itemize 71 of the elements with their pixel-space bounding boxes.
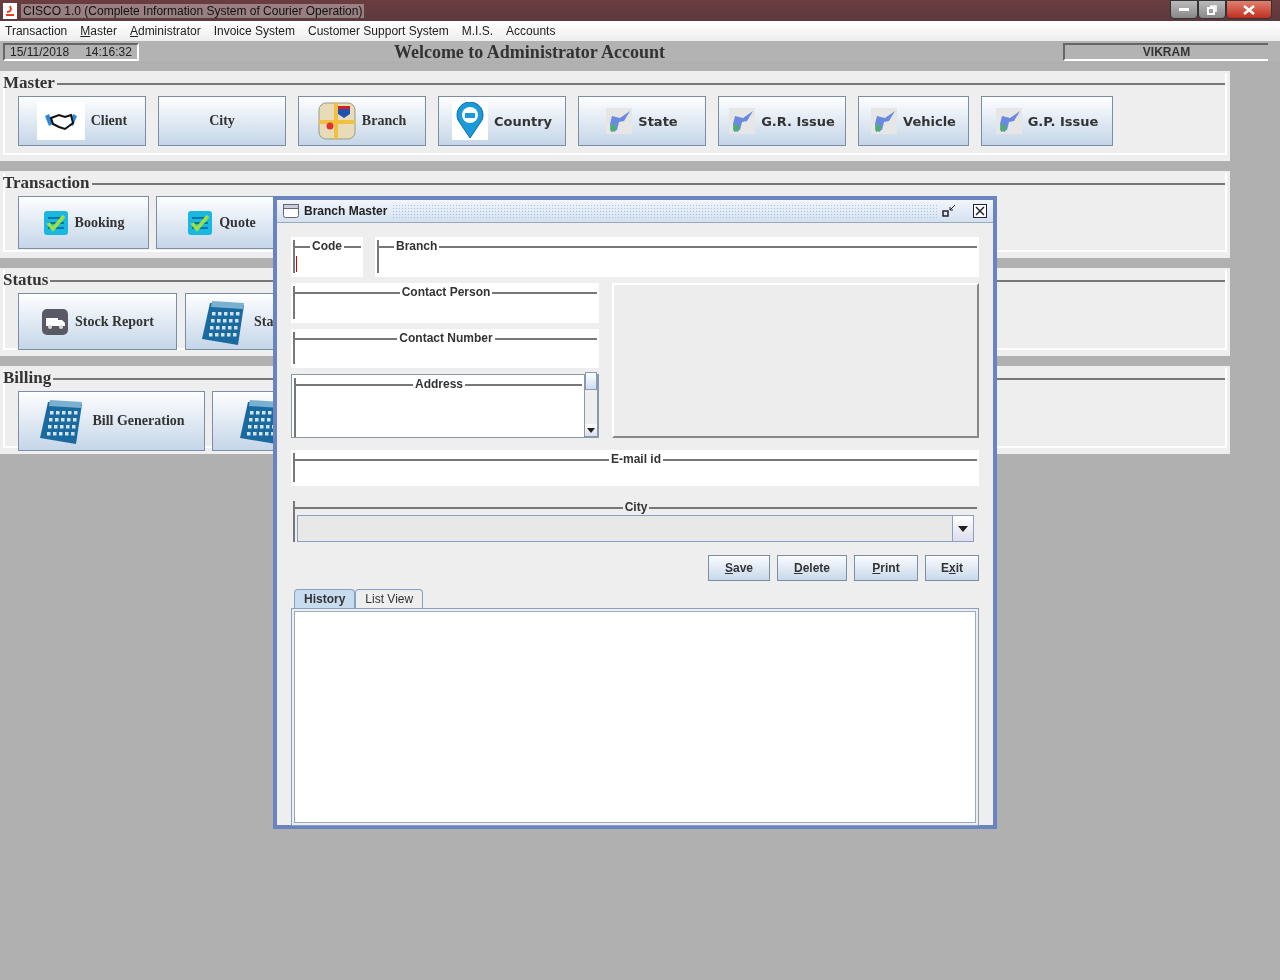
action-button[interactable]: Print	[854, 555, 918, 581]
contact-number-field[interactable]: Contact Number	[291, 328, 599, 368]
scroll-thumb[interactable]	[585, 372, 597, 390]
scroll-down-icon[interactable]	[587, 427, 595, 433]
scrollbar[interactable]	[584, 375, 598, 437]
menu-item[interactable]: Customer Support System	[308, 24, 449, 38]
module-button[interactable]: State	[578, 96, 706, 146]
map-region-icon	[606, 108, 633, 134]
module-button[interactable]: Country	[438, 96, 566, 146]
dialog-title: Branch Master	[304, 204, 388, 218]
tab[interactable]: History	[294, 589, 356, 608]
module-button[interactable]: Client	[18, 96, 146, 146]
action-button[interactable]: Exit	[925, 555, 979, 581]
field-label: Code	[312, 239, 342, 253]
module-button[interactable]: Vehicle	[858, 96, 969, 146]
time-text: 14:16:32	[85, 45, 132, 59]
section-title: Billing	[3, 368, 52, 388]
contact-person-field[interactable]: Contact Person	[291, 283, 599, 323]
close-icon	[1243, 4, 1255, 15]
close-button[interactable]	[973, 204, 987, 218]
module-button[interactable]: City	[158, 96, 286, 146]
map-icon	[317, 102, 356, 140]
menu-item[interactable]: Master	[80, 24, 117, 38]
menu-item[interactable]: M.I.S.	[461, 24, 494, 38]
field-label: Address	[415, 377, 463, 391]
menu-item[interactable]: Invoice System	[213, 24, 295, 38]
field-label: Contact Person	[401, 285, 491, 299]
module-button[interactable]: Branch	[298, 96, 426, 146]
minimize-button[interactable]	[1170, 0, 1198, 19]
restore-icon	[1207, 4, 1217, 15]
module-button[interactable]: Booking	[18, 196, 149, 249]
section-title: Transaction	[3, 173, 90, 193]
window-title: CISCO 1.0 (Complete Information System of Courier Operation)	[21, 3, 365, 18]
minimize-icon	[1179, 8, 1189, 11]
dropdown-arrow-icon	[958, 525, 968, 532]
action-button[interactable]: Save	[708, 555, 770, 581]
section-title: Master	[3, 73, 55, 93]
close-button[interactable]	[1226, 0, 1272, 19]
menu-item[interactable]: Transaction	[5, 24, 68, 38]
checklist-icon	[187, 209, 214, 236]
field-label: E-mail id	[611, 452, 661, 466]
module-button[interactable]: G.P. Issue	[981, 96, 1113, 146]
module-button[interactable]: Stock Report	[18, 293, 177, 350]
module-button[interactable]: Bill Generation	[18, 391, 205, 451]
checklist-icon	[42, 209, 69, 236]
email-field[interactable]: E-mail id	[291, 450, 979, 486]
code-field[interactable]: Code	[291, 237, 363, 277]
section-title: Status	[3, 270, 49, 290]
map-region-icon	[729, 108, 756, 134]
address-field[interactable]: Address	[291, 374, 599, 438]
field-label: Contact Number	[399, 330, 493, 345]
truck-icon	[41, 307, 70, 336]
restore-button[interactable]	[942, 204, 956, 218]
dropdown-button[interactable]	[952, 516, 973, 541]
map-region-icon	[871, 108, 898, 134]
field-label: City	[624, 500, 648, 514]
user-name: VIKRAM	[1063, 43, 1268, 61]
field-label: Branch	[396, 239, 438, 253]
branch-field[interactable]: Branch	[375, 237, 979, 277]
location-pin-icon	[451, 102, 488, 140]
map-region-icon	[995, 108, 1022, 134]
menu-item[interactable]: Administrator	[129, 24, 201, 38]
welcome-title: Welcome to Administrator Account	[393, 41, 666, 63]
tab[interactable]: List View	[355, 589, 424, 608]
window-icon	[283, 204, 299, 218]
menu-item[interactable]: Accounts	[506, 24, 556, 38]
action-button[interactable]: Delete	[777, 555, 847, 581]
app-icon	[3, 2, 17, 19]
restore-button[interactable]	[1198, 0, 1226, 19]
module-button[interactable]: G.R. Issue	[718, 96, 846, 146]
date-text: 15/11/2018	[10, 45, 70, 59]
